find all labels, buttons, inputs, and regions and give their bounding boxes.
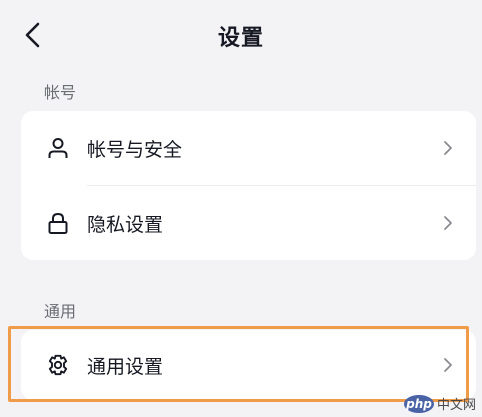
- general-settings-label: 通用设置: [87, 355, 164, 378]
- user-icon: [45, 135, 71, 161]
- account-settings-card: 帐号与安全 隐私设置: [21, 111, 476, 260]
- watermark: php 中文网: [403, 394, 476, 413]
- header: 设置: [0, 0, 482, 72]
- chevron-right-icon: [440, 138, 456, 158]
- section-label-general: 通用: [44, 302, 77, 321]
- account-security-label: 帐号与安全: [87, 138, 183, 161]
- chevron-right-icon: [440, 213, 456, 233]
- privacy-settings-label: 隐私设置: [87, 213, 164, 236]
- watermark-logo: php: [403, 394, 434, 413]
- page-title: 设置: [217, 26, 264, 51]
- chevron-right-icon: [440, 355, 456, 375]
- section-label-account: 帐号: [44, 83, 77, 102]
- lock-icon: [45, 210, 71, 236]
- account-security-item[interactable]: 帐号与安全: [21, 111, 476, 185]
- watermark-text: 中文网: [436, 398, 476, 413]
- general-settings-card: 通用设置: [21, 330, 476, 400]
- general-settings-item[interactable]: 通用设置: [21, 330, 476, 400]
- privacy-settings-item[interactable]: 隐私设置: [21, 186, 476, 260]
- gear-icon: [45, 352, 71, 378]
